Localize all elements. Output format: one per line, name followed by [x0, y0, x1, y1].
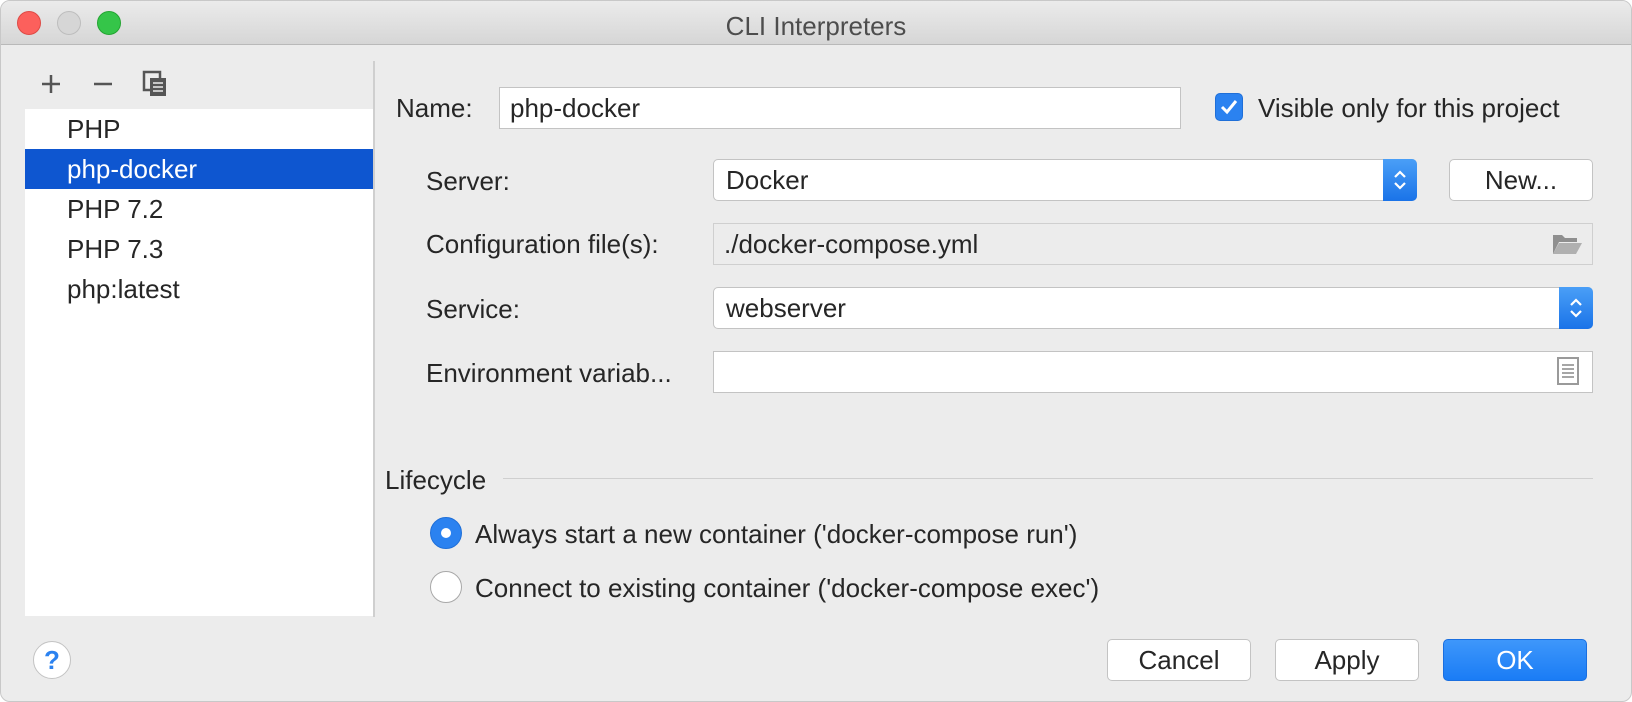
name-field[interactable]: php-docker [499, 87, 1181, 129]
list-item[interactable]: PHP [25, 109, 374, 149]
server-select[interactable]: Docker [713, 159, 1417, 201]
visible-only-label[interactable]: Visible only for this project [1258, 93, 1560, 124]
service-select-value: webserver [726, 293, 846, 323]
panel-divider[interactable] [373, 61, 375, 617]
apply-button[interactable]: Apply [1275, 639, 1419, 681]
list-item[interactable]: php:latest [25, 269, 374, 309]
folder-icon[interactable] [1551, 231, 1583, 262]
list-item[interactable]: php-docker [25, 149, 374, 189]
always-start-label[interactable]: Always start a new container ('docker-co… [475, 519, 1077, 550]
connect-existing-label[interactable]: Connect to existing container ('docker-c… [475, 573, 1099, 604]
config-field-value: ./docker-compose.yml [724, 229, 979, 259]
title-bar: CLI Interpreters [1, 1, 1631, 45]
visible-only-checkbox[interactable] [1215, 93, 1243, 121]
name-label: Name: [396, 93, 473, 123]
cancel-button[interactable]: Cancel [1107, 639, 1251, 681]
help-button[interactable]: ? [33, 641, 71, 679]
server-select-value: Docker [726, 165, 809, 195]
server-label: Server: [426, 166, 510, 196]
checkmark-icon [1220, 100, 1238, 115]
env-field[interactable] [713, 351, 1593, 393]
up-down-chevron-icon [1383, 159, 1417, 201]
list-item[interactable]: PHP 7.3 [25, 229, 374, 269]
radio-connect-existing[interactable] [430, 571, 462, 603]
document-icon[interactable] [1557, 357, 1579, 390]
env-label: Environment variab... [426, 358, 672, 388]
list-item[interactable]: PHP 7.2 [25, 189, 374, 229]
service-label: Service: [426, 294, 520, 324]
up-down-chevron-icon [1559, 287, 1593, 329]
ok-button[interactable]: OK [1443, 639, 1587, 681]
window-title: CLI Interpreters [725, 11, 907, 41]
minus-icon[interactable] [88, 69, 118, 99]
service-select[interactable]: webserver [713, 287, 1593, 329]
config-field[interactable]: ./docker-compose.yml [713, 223, 1593, 265]
section-divider [503, 478, 1593, 479]
plus-icon[interactable] [36, 69, 66, 99]
interpreter-list: PHP php-docker PHP 7.2 PHP 7.3 php:lates… [25, 109, 374, 616]
cli-interpreters-dialog: CLI Interpreters PHP php-docker PHP 7.2 … [0, 0, 1632, 702]
copy-icon[interactable] [140, 69, 170, 99]
new-server-button[interactable]: New... [1449, 159, 1593, 201]
radio-always-start[interactable] [430, 517, 462, 549]
config-label: Configuration file(s): [426, 229, 659, 259]
lifecycle-heading: Lifecycle [385, 465, 487, 495]
